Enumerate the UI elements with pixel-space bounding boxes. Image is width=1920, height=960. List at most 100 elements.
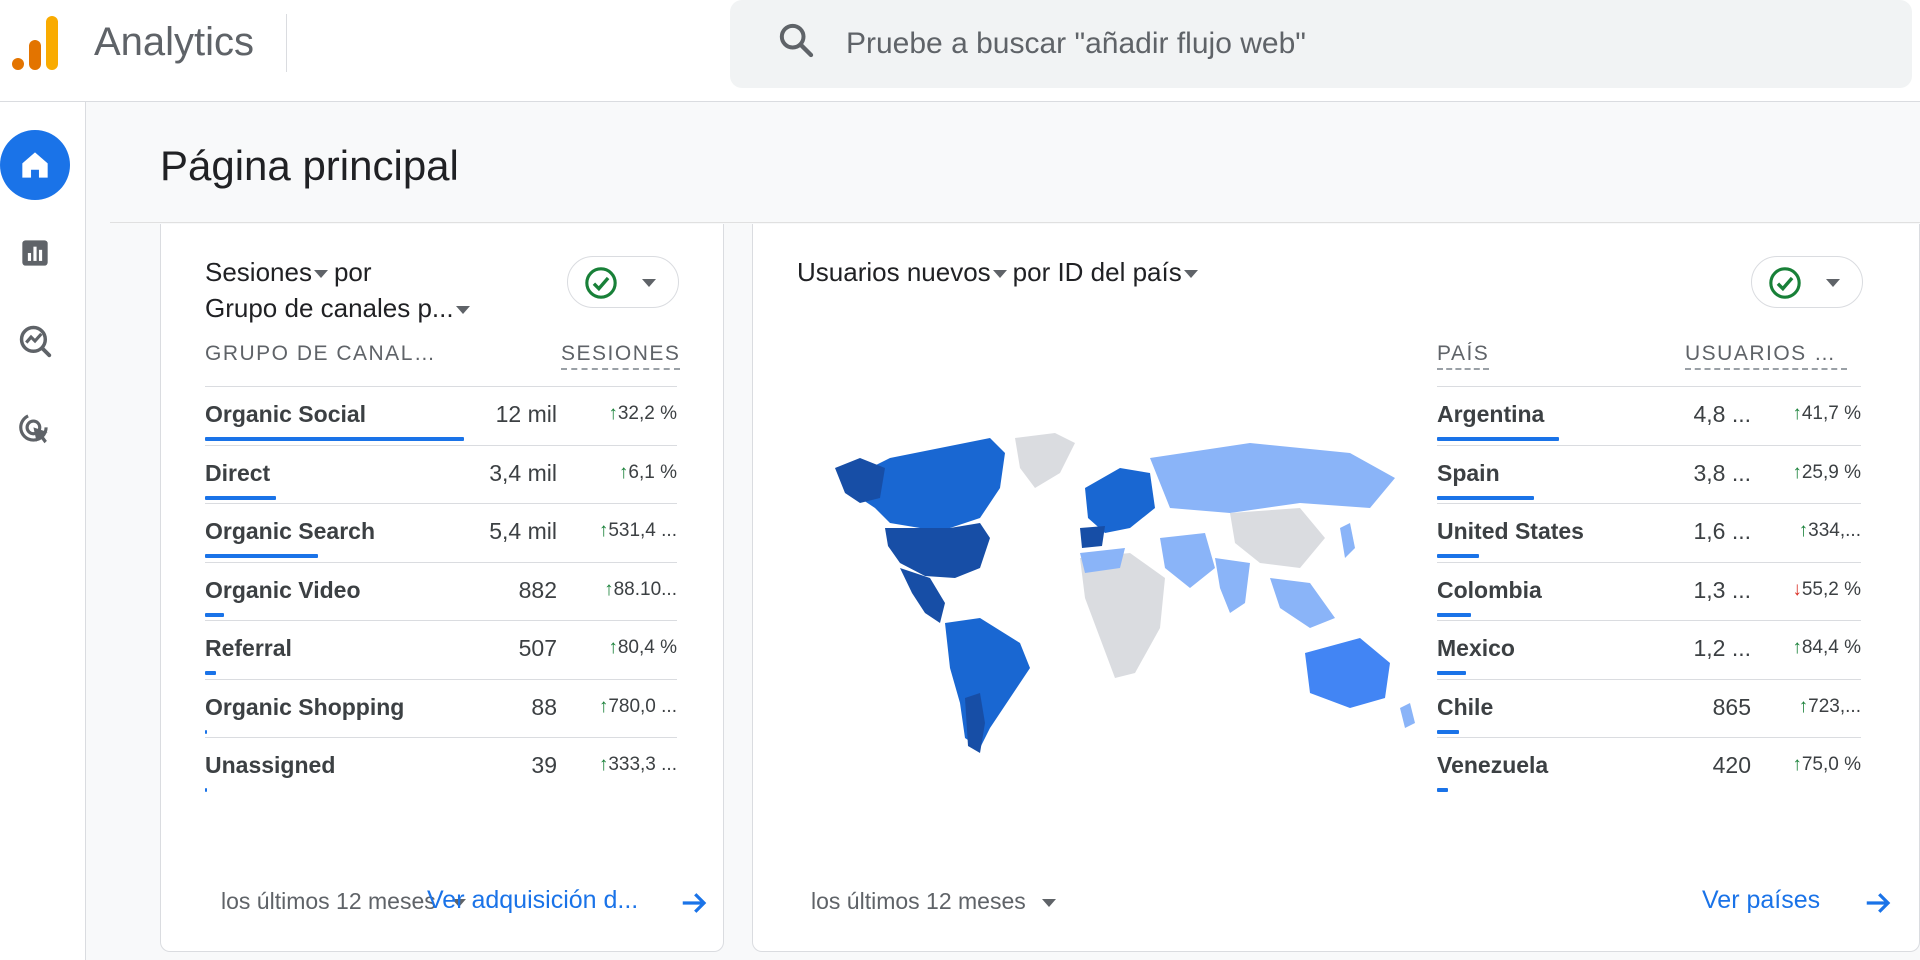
row-value: 3,4 mil [489, 459, 557, 486]
table-row[interactable]: Colombia 1,3 ... ↓55,2 % [1437, 561, 1861, 620]
row-change: ↑84,4 % [1771, 637, 1861, 659]
row-value: 5,4 mil [489, 518, 557, 544]
map-region-new-zealand [1400, 703, 1415, 728]
row-share-bar [1437, 788, 1448, 792]
table-row[interactable]: Venezuela 420 ↑75,0 % [1437, 737, 1861, 795]
table-row[interactable]: Organic Social 12 mil ↑32,2 % [205, 386, 677, 444]
table-row[interactable]: Chile 865 ↑723,... [1437, 678, 1861, 737]
table-row[interactable]: Organic Search 5,4 mil ↑531,4 ... [205, 503, 677, 561]
column-header-sessions[interactable]: SESIONES [561, 342, 681, 370]
metric-selector[interactable]: Usuarios nuevos [797, 257, 1013, 287]
table-row[interactable]: Referral 507 ↑80,4 % [205, 620, 677, 678]
row-value: 12 mil [495, 401, 557, 427]
column-header-country[interactable]: PAÍS [1437, 342, 1490, 370]
header-divider [110, 222, 1920, 223]
map-region-greenland [1015, 433, 1075, 488]
row-value: 1,3 ... [1693, 576, 1751, 603]
column-header-new-users[interactable]: USUARIOS N... [1685, 342, 1847, 370]
row-label: Mexico [1437, 635, 1515, 661]
left-nav [0, 102, 86, 960]
row-label: United States [1437, 518, 1584, 544]
nav-home[interactable] [0, 130, 70, 200]
table-row[interactable]: Direct 3,4 mil ↑6,1 % [205, 444, 677, 503]
row-share-bar [205, 729, 207, 734]
arrow-up-icon: ↑ [604, 578, 614, 600]
row-change: ↑723,... [1771, 696, 1861, 718]
table-row[interactable]: Spain 3,8 ... ↑25,9 % [1437, 444, 1861, 503]
nav-reports[interactable] [0, 218, 70, 288]
arrow-up-icon: ↑ [598, 754, 609, 775]
dimension-selector[interactable]: por ID del país [1013, 257, 1204, 287]
map-region-india [1215, 558, 1250, 613]
analytics-logo[interactable] [10, 14, 60, 72]
table-row[interactable]: Organic Shopping 88 ↑780,0 ... [205, 678, 677, 737]
map-region-middle-east [1160, 533, 1215, 588]
table-row[interactable]: Organic Video 882 ↑88.10... [205, 561, 677, 620]
change-value: 723,... [1808, 695, 1861, 717]
arrow-forward-icon[interactable] [679, 888, 709, 918]
map-region-united-states [885, 523, 990, 578]
row-value: 420 [1712, 752, 1751, 778]
app-title: Analytics [94, 20, 255, 64]
view-countries-link[interactable]: Ver países [1702, 886, 1820, 915]
check-circle-icon [1769, 267, 1801, 299]
home-icon [22, 152, 48, 178]
dimension-selector[interactable]: Grupo de canales p... [205, 293, 476, 323]
row-change: ↑531,4 ... [581, 520, 677, 542]
chevron-down-icon [1183, 270, 1198, 279]
table-row[interactable]: United States 1,6 ... ↑334,... [1437, 503, 1861, 561]
arrow-down-icon: ↓ [1792, 578, 1802, 600]
map-region-spain [1080, 526, 1105, 548]
metric-selector[interactable]: Sesiones [205, 257, 334, 287]
page-title: Página principal [160, 142, 459, 189]
row-share-bar [1437, 612, 1471, 617]
row-share-bar [205, 437, 464, 441]
change-value: 80,4 % [617, 637, 677, 658]
data-quality-dropdown[interactable] [567, 256, 679, 308]
row-label: Direct [205, 459, 271, 486]
change-value: 41,7 % [1801, 403, 1861, 424]
row-share-bar [205, 495, 276, 500]
card-heading: Usuarios nuevos por ID del país [797, 254, 1204, 290]
row-value: 1,2 ... [1693, 635, 1751, 661]
title-divider [286, 14, 287, 72]
change-value: 84,4 % [1801, 637, 1861, 658]
row-label: Unassigned [205, 752, 336, 778]
search-input[interactable] [846, 0, 1886, 88]
change-value: 6,1 % [628, 461, 677, 483]
chevron-down-icon [992, 270, 1007, 279]
row-share-bar [1437, 671, 1467, 675]
search-bar[interactable] [730, 0, 1912, 88]
row-change: ↑25,9 % [1771, 462, 1861, 484]
map-region-australia [1305, 638, 1390, 708]
row-share-bar [1437, 437, 1559, 441]
change-value: 334,... [1808, 520, 1861, 541]
table-row[interactable]: Unassigned 39 ↑333,3 ... [205, 737, 677, 795]
view-acquisition-link[interactable]: Ver adquisición d... [427, 886, 638, 915]
world-map[interactable] [830, 428, 1420, 768]
change-value: 88.10... [613, 578, 677, 600]
row-change: ↑32,2 % [581, 403, 677, 425]
row-value: 4,8 ... [1693, 401, 1751, 427]
map-region-russia [1150, 443, 1395, 513]
row-label: Venezuela [1437, 752, 1549, 778]
nav-advertising[interactable] [0, 394, 70, 464]
search-icon[interactable] [776, 20, 816, 60]
change-value: 780,0 ... [608, 695, 677, 717]
table-row[interactable]: Mexico 1,2 ... ↑84,4 % [1437, 620, 1861, 678]
nav-explore[interactable] [0, 306, 70, 376]
arrow-forward-icon[interactable] [1863, 888, 1893, 918]
card-heading: Sesiones por Grupo de canales p... [205, 254, 476, 326]
row-label: Spain [1437, 459, 1500, 486]
column-header-dimension[interactable]: GRUPO DE CANALE... [205, 342, 445, 366]
row-share-bar [205, 554, 318, 558]
top-bar: Analytics [0, 0, 1920, 102]
arrow-up-icon: ↑ [1798, 520, 1809, 541]
row-label: Chile [1437, 693, 1494, 720]
data-quality-dropdown[interactable] [1751, 256, 1863, 308]
row-change: ↑780,0 ... [581, 696, 677, 718]
row-value: 39 [531, 752, 557, 778]
arrow-up-icon: ↑ [1798, 695, 1809, 717]
table-row[interactable]: Argentina 4,8 ... ↑41,7 % [1437, 386, 1861, 444]
date-range-selector[interactable]: los últimos 12 meses [811, 888, 1062, 915]
